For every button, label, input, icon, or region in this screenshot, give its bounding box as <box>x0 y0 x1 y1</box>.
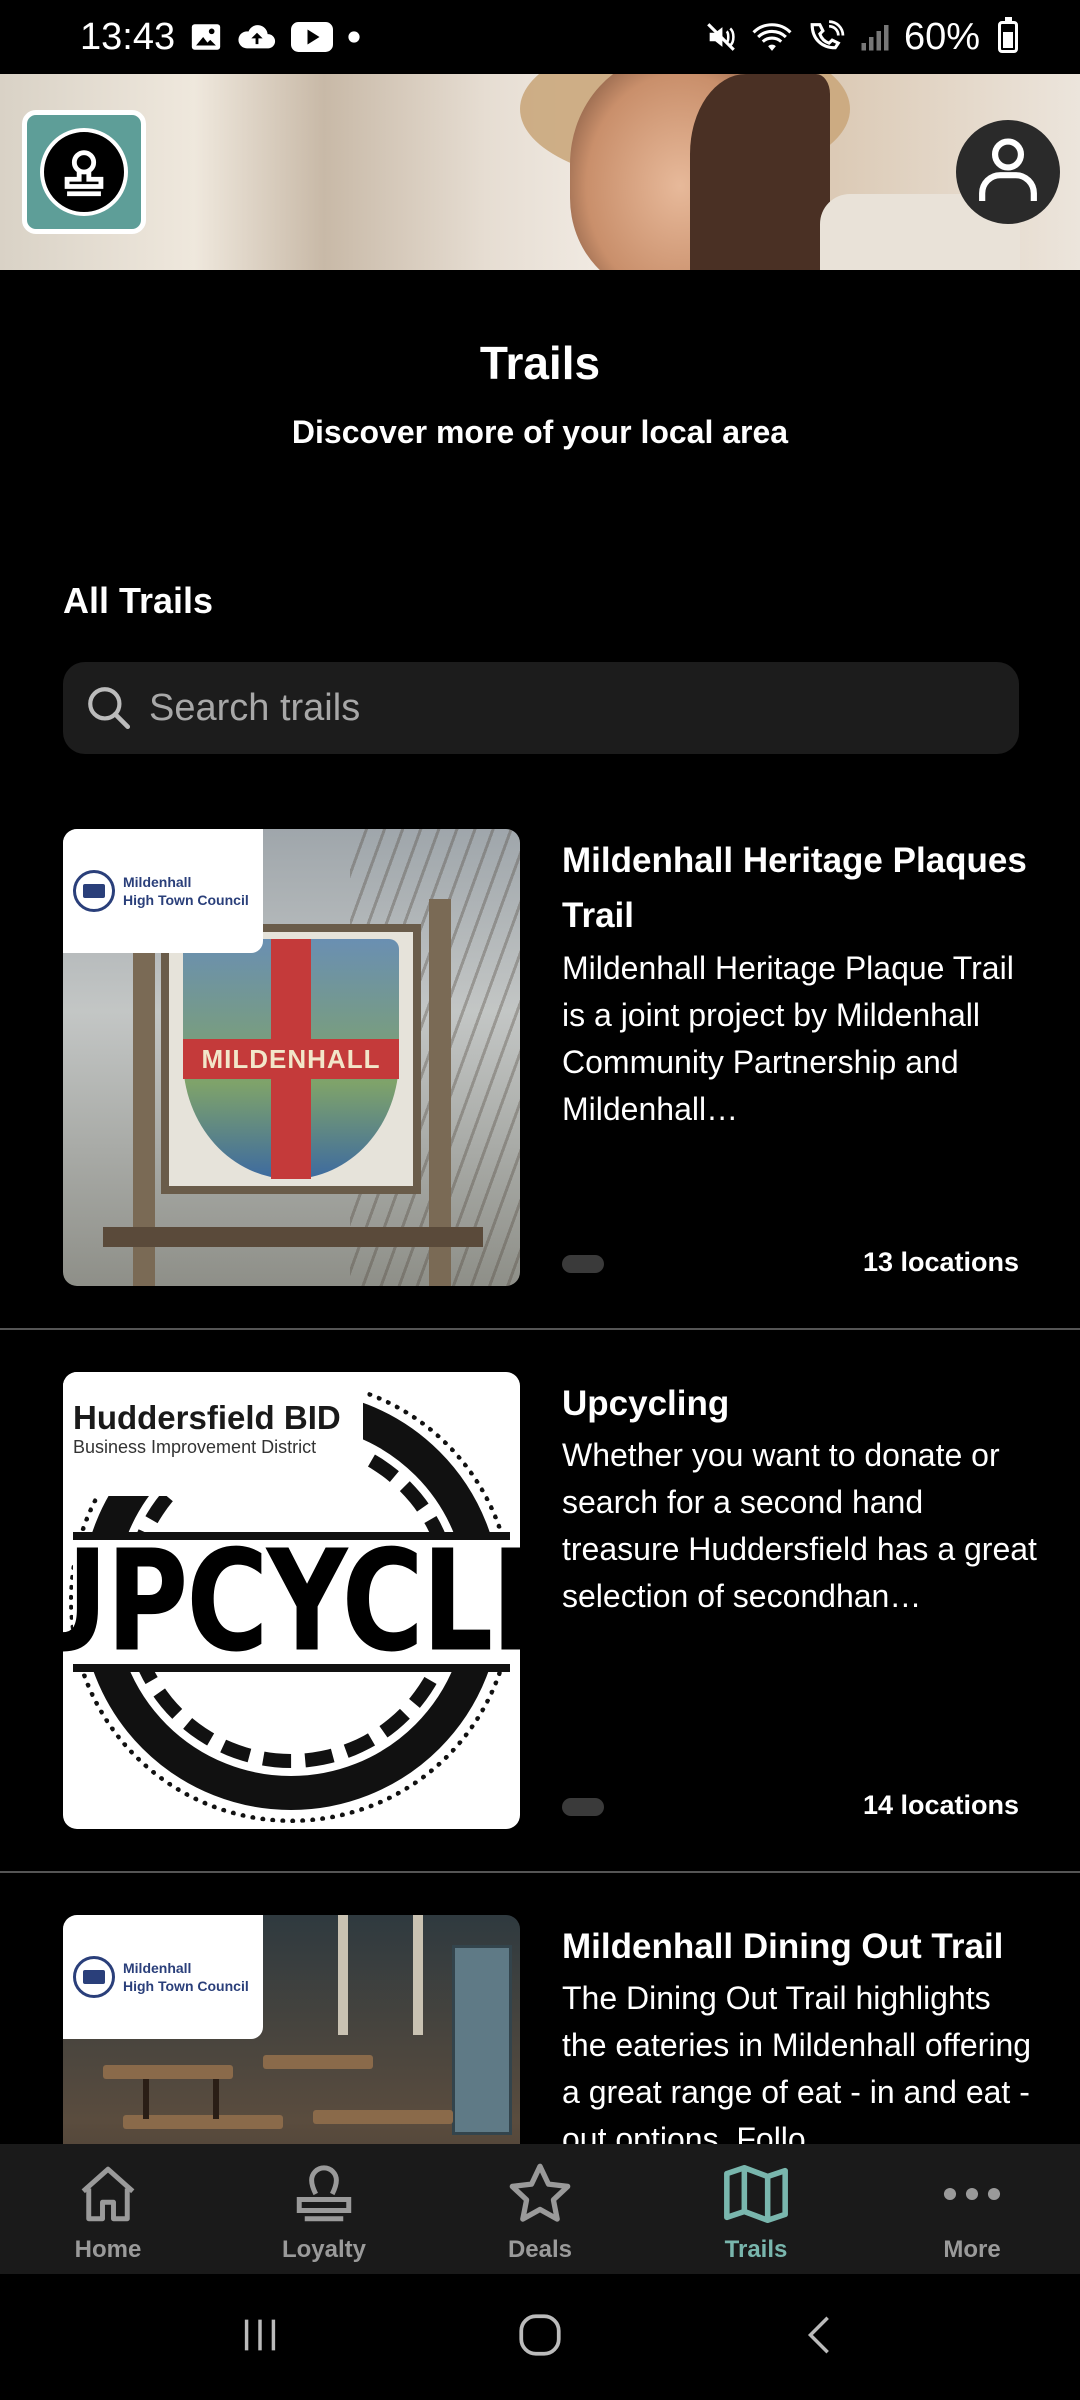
section-title: All Trails <box>63 580 214 621</box>
back-button[interactable] <box>775 2292 865 2382</box>
nav-item-deals[interactable]: Deals <box>432 2144 648 2274</box>
bottom-navigation: Home Loyalty Deals Trails More <box>0 2144 1080 2274</box>
dining-table <box>263 2055 373 2069</box>
trail-indicator <box>562 1255 604 1273</box>
hero-hair <box>690 74 830 270</box>
dot-icon <box>347 19 361 55</box>
sign-name: MILDENHALL <box>183 1039 399 1079</box>
status-bar: 13:43 60% <box>0 0 1080 74</box>
mute-icon <box>704 19 738 55</box>
nav-item-loyalty[interactable]: Loyalty <box>216 2144 432 2274</box>
status-right: 60% <box>704 16 1018 59</box>
signal-icon <box>860 19 890 55</box>
council-name-line1: Mildenhall <box>123 874 192 890</box>
system-navigation <box>0 2274 1080 2400</box>
map-icon <box>720 2158 792 2230</box>
drinks-fridge <box>452 1945 512 2135</box>
home-circle-icon <box>515 2310 565 2365</box>
search-bar[interactable] <box>63 662 1019 754</box>
nav-label: More <box>943 2236 1001 2263</box>
council-name-line1: Mildenhall <box>123 1960 192 1976</box>
nav-item-trails[interactable]: Trails <box>648 2144 864 2274</box>
youtube-icon <box>291 19 334 55</box>
back-chevron-icon <box>797 2312 843 2363</box>
upcycle-logo-text: UPCYCLE <box>63 1520 520 1684</box>
home-system-button[interactable] <box>495 2292 585 2382</box>
search-icon <box>81 680 137 736</box>
council-name: Mildenhall High Town Council <box>123 1959 249 1995</box>
trail-image: MILDENHALL Mildenhall High Town Council <box>63 829 520 1286</box>
search-input[interactable] <box>149 686 1019 730</box>
trail-card-dining-out[interactable]: Mildenhall High Town Council Mildenhall … <box>0 1915 1080 2145</box>
trail-title[interactable]: Upcycling <box>562 1376 1042 1431</box>
wifi-calling-icon <box>806 19 846 55</box>
cloud-upload-icon <box>237 19 277 55</box>
council-name-line2: High Town Council <box>123 1978 249 1994</box>
nav-item-home[interactable]: Home <box>0 2144 216 2274</box>
divider <box>0 1871 1080 1873</box>
council-tag: Mildenhall High Town Council <box>63 829 263 953</box>
battery-fill <box>1003 32 1013 48</box>
pendant-light <box>413 1915 423 2035</box>
recent-apps-button[interactable] <box>215 2292 305 2382</box>
trail-title[interactable]: Mildenhall Heritage Plaques Trail <box>562 833 1042 943</box>
status-time: 13:43 <box>80 15 176 58</box>
council-name: Mildenhall High Town Council <box>123 873 249 909</box>
battery-icon <box>998 17 1018 53</box>
battery-percent: 60% <box>903 15 980 58</box>
star-icon <box>504 2158 576 2230</box>
more-icon <box>936 2158 1008 2230</box>
trail-title[interactable]: Mildenhall Dining Out Trail <box>562 1919 1042 1974</box>
page-subtitle: Discover more of your local area <box>291 414 789 450</box>
wifi-icon <box>752 19 792 55</box>
dining-table <box>313 2110 453 2124</box>
trail-description: The Dining Out Trail highlights the eate… <box>562 1980 1032 2145</box>
table-leg <box>143 2079 149 2119</box>
table-leg <box>213 2079 219 2119</box>
page-title: Trails <box>479 337 601 389</box>
trail-location-count: 14 locations <box>862 1790 1019 1820</box>
trail-location-count: 13 locations <box>862 1247 1019 1277</box>
hero-banner <box>0 74 1080 270</box>
status-left: 13:43 <box>80 16 361 59</box>
recent-apps-icon <box>237 2312 283 2363</box>
bid-subtitle: Business Improvement District <box>73 1437 317 1457</box>
trail-card-heritage-plaques[interactable]: MILDENHALL Mildenhall High Town Council … <box>0 829 1080 1373</box>
nav-label: Home <box>74 2236 142 2263</box>
stamp-logo-icon <box>40 128 128 216</box>
home-icon <box>72 2158 144 2230</box>
profile-button[interactable] <box>956 120 1060 224</box>
trail-image: UPCYCLE Huddersfield BID Business Improv… <box>63 1372 520 1829</box>
trail-card-upcycling[interactable]: UPCYCLE Huddersfield BID Business Improv… <box>0 1372 1080 1916</box>
pendant-light <box>338 1915 348 2035</box>
council-crest-icon <box>73 870 115 912</box>
nav-label: Trails <box>724 2236 788 2263</box>
council-tag: Mildenhall High Town Council <box>63 1915 263 2039</box>
council-name-line2: High Town Council <box>123 892 249 908</box>
user-icon <box>977 135 1039 210</box>
nav-label: Deals <box>507 2236 573 2263</box>
nav-item-more[interactable]: More <box>864 2144 1080 2274</box>
bid-tag: Huddersfield BID Business Improvement Di… <box>63 1372 363 1496</box>
trail-description: Whether you want to donate or search for… <box>562 1437 1037 1614</box>
stamp-icon <box>288 2158 360 2230</box>
dining-table <box>103 2065 233 2079</box>
divider <box>0 1328 1080 1330</box>
sign-bench <box>103 1227 483 1247</box>
upcycle-band: UPCYCLE <box>63 1521 520 1684</box>
bid-name: Huddersfield BID <box>73 1399 341 1436</box>
trail-description: Mildenhall Heritage Plaque Trail is a jo… <box>562 950 1014 1127</box>
app-logo-badge[interactable] <box>22 110 146 234</box>
council-crest-icon <box>73 1956 115 1998</box>
nav-label: Loyalty <box>281 2236 367 2263</box>
gallery-icon <box>189 19 223 55</box>
trail-image: Mildenhall High Town Council <box>63 1915 520 2145</box>
trail-indicator <box>562 1798 604 1816</box>
